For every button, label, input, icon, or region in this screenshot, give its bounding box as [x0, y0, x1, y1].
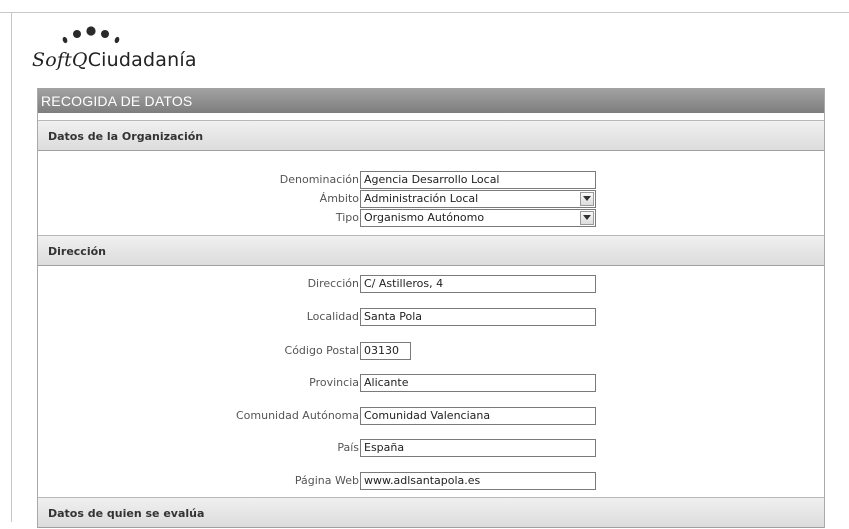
direccion-label: Dirección — [307, 277, 359, 290]
comunidad-label: Comunidad Autónoma — [235, 409, 359, 422]
row-denominacion: Denominación Agencia Desarrollo Local — [38, 171, 824, 189]
row-tipo: Tipo Organismo Autónomo — [38, 209, 824, 227]
row-comunidad: Comunidad Autónoma Comunidad Valenciana — [38, 407, 824, 425]
codigo-postal-field[interactable]: 03130 — [360, 342, 411, 360]
tipo-label: Tipo — [335, 211, 359, 224]
codigo-postal-label: Código Postal — [284, 344, 359, 357]
logo-wordmark: SoftQCiudadanía — [32, 49, 197, 72]
web-field[interactable]: www.adlsantapola.es — [360, 472, 596, 490]
chevron-down-icon[interactable] — [580, 192, 594, 206]
comunidad-field[interactable]: Comunidad Valenciana — [360, 407, 596, 425]
denominacion-label: Denominación — [279, 173, 359, 186]
section-organizacion-header: Datos de la Organización — [38, 120, 824, 151]
window-left-border — [11, 12, 12, 522]
tipo-selected-value: Organismo Autónomo — [364, 211, 485, 224]
ambito-label: Ámbito — [319, 192, 359, 205]
ambito-selected-value: Administración Local — [364, 192, 479, 205]
pais-field[interactable]: España — [360, 439, 596, 457]
row-localidad: Localidad Santa Pola — [38, 308, 824, 326]
logo-text-italic: SoftQ — [32, 49, 88, 71]
row-web: Página Web www.adlsantapola.es — [38, 472, 824, 490]
chevron-down-icon[interactable] — [580, 211, 594, 225]
window-top-border — [0, 12, 849, 13]
tipo-select[interactable]: Organismo Autónomo — [360, 209, 596, 227]
provincia-field[interactable]: Alicante — [360, 374, 596, 392]
direccion-field[interactable]: C/ Astilleros, 4 — [360, 275, 596, 293]
pais-label: País — [337, 441, 359, 454]
row-pais: País España — [38, 439, 824, 457]
panel-title: RECOGIDA DE DATOS — [38, 88, 824, 113]
localidad-label: Localidad — [306, 310, 359, 323]
row-provincia: Provincia Alicante — [38, 374, 824, 392]
denominacion-field[interactable]: Agencia Desarrollo Local — [360, 171, 596, 189]
row-direccion: Dirección C/ Astilleros, 4 — [38, 275, 824, 293]
data-collection-panel: RECOGIDA DE DATOS Datos de la Organizaci… — [37, 88, 825, 528]
web-label: Página Web — [294, 474, 359, 487]
logo-dots-icon — [62, 26, 120, 44]
section-direccion-header: Dirección — [38, 235, 824, 266]
ambito-select[interactable]: Administración Local — [360, 190, 596, 208]
provincia-label: Provincia — [309, 376, 359, 389]
row-ambito: Ámbito Administración Local — [38, 190, 824, 208]
section-evaluado-header: Datos de quien se evalúa — [38, 497, 824, 528]
row-codigo-postal: Código Postal 03130 — [38, 342, 824, 360]
localidad-field[interactable]: Santa Pola — [360, 308, 596, 326]
logo-text-name: Ciudadanía — [87, 49, 197, 71]
